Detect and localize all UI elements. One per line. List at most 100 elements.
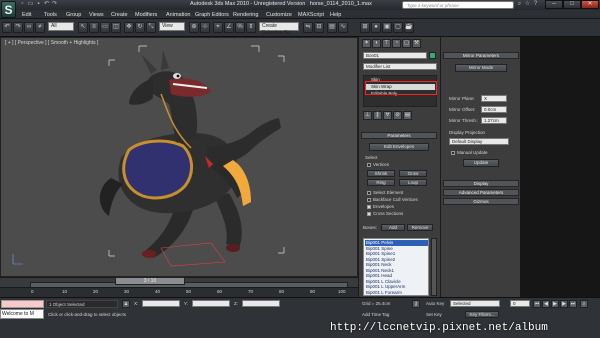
- cross-sections-checkbox[interactable]: [367, 212, 371, 216]
- schematic-view-icon[interactable]: ⊞: [360, 22, 370, 33]
- shrink-button[interactable]: Shrink: [367, 170, 395, 177]
- perspective-viewport[interactable]: [ + ] [ Perspective ] [ Smooth + Highlig…: [0, 37, 358, 277]
- display-rollout[interactable]: Display: [443, 180, 519, 187]
- object-color-swatch[interactable]: [429, 52, 436, 59]
- mirror-icon[interactable]: ⇋: [303, 22, 313, 33]
- set-key-label[interactable]: Set Key: [426, 312, 442, 317]
- ring-button[interactable]: Ring: [367, 179, 395, 186]
- advanced-parameters-rollout[interactable]: Advanced Parameters: [443, 189, 519, 196]
- x-coordinate-field[interactable]: [142, 300, 180, 307]
- named-selection-dropdown[interactable]: Create Selection Se: [259, 22, 299, 36]
- pivot-center-icon[interactable]: ⊕: [189, 22, 199, 33]
- minimize-button[interactable]: –: [545, 0, 563, 9]
- remove-modifier-icon[interactable]: ⊘: [393, 111, 402, 120]
- modifier-list-dropdown[interactable]: Modifier List: [363, 63, 437, 70]
- make-unique-icon[interactable]: ∀: [383, 111, 392, 120]
- display-tab-icon[interactable]: ▢: [402, 39, 411, 48]
- binoculars-icon[interactable]: ⌕: [516, 1, 523, 8]
- z-coordinate-field[interactable]: [242, 300, 280, 307]
- layer-manager-icon[interactable]: ▤: [327, 22, 337, 33]
- material-editor-icon[interactable]: ●: [371, 22, 381, 33]
- select-by-name-icon[interactable]: ≡: [89, 22, 99, 33]
- create-tab-icon[interactable]: ✶: [362, 39, 371, 48]
- show-end-result-icon[interactable]: ∥: [373, 111, 382, 120]
- rendered-frame-icon[interactable]: ▢: [393, 22, 403, 33]
- app-logo-icon[interactable]: S: [1, 1, 16, 18]
- manipulate-icon[interactable]: ⊹: [200, 22, 210, 33]
- menu-views[interactable]: Views: [89, 12, 104, 18]
- y-coordinate-field[interactable]: [192, 300, 230, 307]
- reference-coordinate-dropdown[interactable]: View: [159, 22, 185, 31]
- unlink-icon[interactable]: ≠: [35, 22, 45, 33]
- redo-icon[interactable]: ↷: [51, 1, 58, 8]
- horse-model[interactable]: [1, 38, 357, 276]
- add-time-tag[interactable]: Add Time Tag: [362, 312, 389, 317]
- spinner-snap-icon[interactable]: ⇕: [246, 22, 256, 33]
- hierarchy-tab-icon[interactable]: ⊤: [382, 39, 391, 48]
- current-frame-field[interactable]: 0: [510, 300, 530, 307]
- maxscript-listener-field[interactable]: [1, 300, 44, 308]
- zoom-icon[interactable]: ⌕: [580, 300, 588, 308]
- edit-envelopes-button[interactable]: Edit Envelopes: [369, 143, 429, 151]
- link-icon[interactable]: ∞: [24, 22, 34, 33]
- open-file-icon[interactable]: ▭: [27, 1, 34, 8]
- maximize-button[interactable]: □: [563, 0, 581, 9]
- modify-tab-icon[interactable]: ◗: [372, 39, 381, 48]
- lock-selection-icon[interactable]: 🔒︎: [122, 300, 130, 308]
- menu-customize[interactable]: Customize: [266, 12, 292, 18]
- percent-snap-icon[interactable]: %: [235, 22, 245, 33]
- motion-tab-icon[interactable]: ◔: [392, 39, 401, 48]
- snap-toggle-icon[interactable]: ⌖: [213, 22, 223, 33]
- region-select-icon[interactable]: ▭: [100, 22, 110, 33]
- undo-button[interactable]: ↶: [2, 22, 12, 33]
- display-projection-dropdown[interactable]: Default Display: [449, 138, 509, 145]
- save-icon[interactable]: ▪: [35, 1, 42, 8]
- object-name-field[interactable]: Bon01: [363, 52, 427, 59]
- selection-filter-dropdown[interactable]: All: [48, 22, 74, 31]
- menu-modifiers[interactable]: Modifiers: [135, 12, 157, 18]
- menu-group[interactable]: Group: [66, 12, 81, 18]
- menu-maxscript[interactable]: MAXScript: [298, 12, 324, 18]
- bones-list[interactable]: Bip001 Pelvis Bip001 Spine Bip001 Spine1…: [363, 238, 429, 296]
- angle-snap-icon[interactable]: ∠: [224, 22, 234, 33]
- mirror-parameters-rollout[interactable]: Mirror Parameters: [443, 52, 519, 59]
- search-input[interactable]: Type a keyword or phrase: [402, 1, 514, 9]
- select-object-icon[interactable]: ↖: [78, 22, 88, 33]
- key-icon[interactable]: ⚷: [412, 300, 420, 308]
- redo-button[interactable]: ↷: [13, 22, 23, 33]
- selected-dropdown[interactable]: Selected: [450, 300, 500, 307]
- key-filters-button[interactable]: Key Filters...: [465, 311, 499, 318]
- backface-cull-checkbox[interactable]: [367, 198, 371, 202]
- update-button[interactable]: Update: [463, 159, 499, 167]
- undo-icon[interactable]: ↶: [43, 1, 50, 8]
- mirror-mode-button[interactable]: Mirror Mode: [455, 64, 507, 72]
- time-slider[interactable]: 3 / 10: [115, 277, 185, 285]
- select-element-checkbox[interactable]: [367, 191, 371, 195]
- new-file-icon[interactable]: ▫: [19, 1, 26, 8]
- play-icon[interactable]: ▶︎: [551, 300, 559, 308]
- next-frame-icon[interactable]: ▶︎: [560, 300, 568, 308]
- utilities-tab-icon[interactable]: ⚒: [412, 39, 421, 48]
- previous-frame-icon[interactable]: ◀︎: [542, 300, 550, 308]
- menu-rendering[interactable]: Rendering: [233, 12, 258, 18]
- go-to-end-icon[interactable]: ⏭︎: [569, 300, 577, 308]
- menu-animation[interactable]: Animation: [166, 12, 190, 18]
- mirror-thresh-field[interactable]: 1.27cm: [481, 117, 507, 124]
- parameters-rollout[interactable]: Parameters: [361, 132, 437, 139]
- add-bone-button[interactable]: Add: [381, 224, 405, 231]
- manual-update-checkbox[interactable]: [451, 151, 455, 155]
- menu-tools[interactable]: Tools: [44, 12, 57, 18]
- mirror-offset-field[interactable]: 0.0cm: [481, 106, 507, 113]
- star-icon[interactable]: ☆: [524, 1, 531, 8]
- render-setup-icon[interactable]: ▣: [382, 22, 392, 33]
- render-icon[interactable]: ☕: [404, 22, 414, 33]
- close-button[interactable]: ✕: [581, 0, 599, 9]
- pin-stack-icon[interactable]: ⊥: [363, 111, 372, 120]
- gizmos-rollout[interactable]: Gizmos: [443, 198, 519, 205]
- bone-item[interactable]: Bip001 L Forearm: [365, 290, 428, 296]
- menu-graph-editors[interactable]: Graph Editors: [195, 12, 229, 18]
- vertices-checkbox[interactable]: [367, 163, 371, 167]
- select-scale-icon[interactable]: ⤡: [146, 22, 156, 33]
- menu-create[interactable]: Create: [111, 12, 128, 18]
- select-rotate-icon[interactable]: ↻: [135, 22, 145, 33]
